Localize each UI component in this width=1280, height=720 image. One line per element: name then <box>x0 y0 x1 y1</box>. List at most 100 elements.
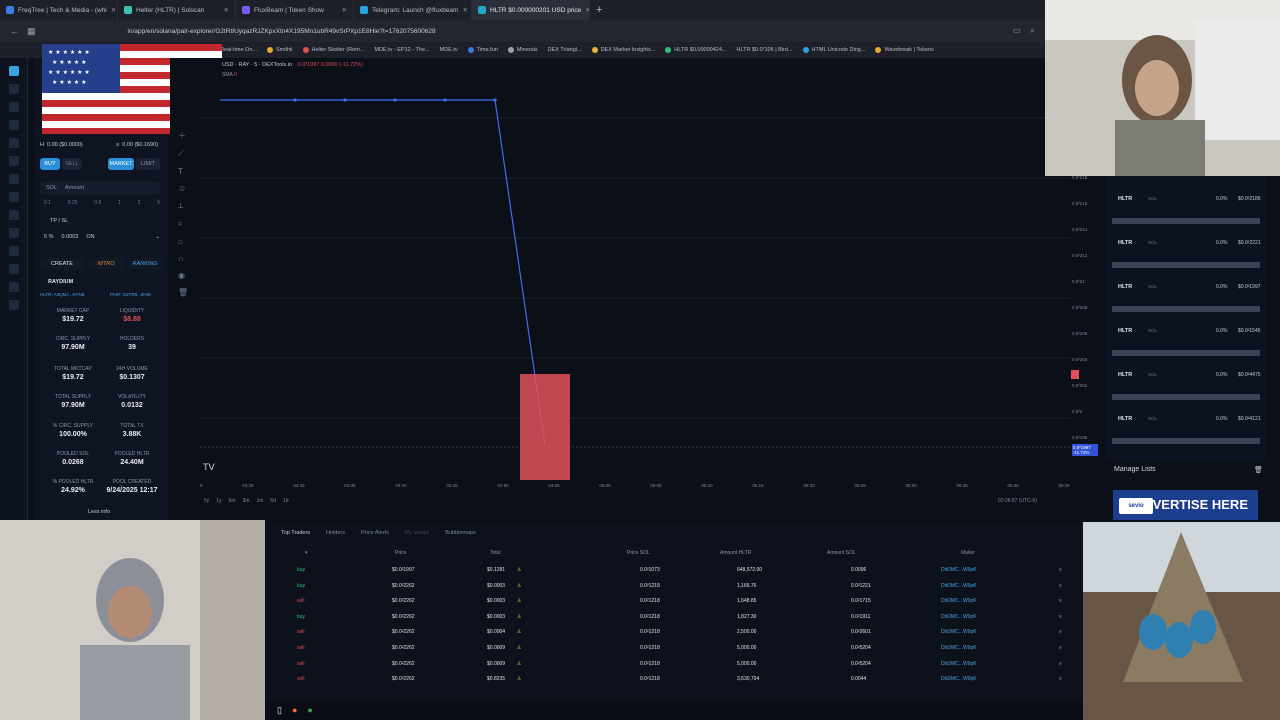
trade-maker[interactable]: DbDMC...W9pK <box>941 645 977 651</box>
watchlist-item[interactable]: HLTR SOL 0.0% $0.0²4475 <box>1112 366 1261 400</box>
preset-amount[interactable]: 2 <box>138 200 141 206</box>
trade-row[interactable]: buy $0.0²1997 $0.1281 0.0²1073 648,572.00 0.0… <box>265 564 1083 579</box>
token-address[interactable]: HLTR: A3QMJ...NYNE <box>40 292 85 297</box>
bookmark[interactable]: HLTR $0.0²106 | Bird... <box>736 47 792 53</box>
trade-maker[interactable]: DbDMC...W9pK <box>941 676 977 682</box>
timeframe-button[interactable]: 3m <box>243 498 250 504</box>
col-amount-hltr[interactable]: Amount HLTR <box>720 550 751 556</box>
bookmark[interactable]: Time.fun <box>467 47 498 53</box>
col-price[interactable]: Price <box>395 550 406 556</box>
trade-row[interactable]: sell $0.0²2262 $0.0003 0.0²1218 1,648.85 0.0²… <box>265 595 1083 610</box>
user-icon[interactable] <box>8 228 19 238</box>
grid-icon[interactable] <box>8 174 19 184</box>
eye-icon[interactable]: ◉ <box>178 271 188 280</box>
bookmark[interactable]: DEX Triangl... <box>548 47 582 53</box>
trash-icon[interactable]: 🗑 <box>1254 466 1263 474</box>
trophy-icon[interactable] <box>8 192 19 202</box>
trade-row[interactable]: sell $0.0²2262 $0.0009 0.0²1218 5,000.00 0.0²… <box>265 642 1083 657</box>
bookmark[interactable]: HLTR $0.00000424... <box>665 47 726 53</box>
preset-amount[interactable]: 0.1 <box>44 200 51 206</box>
trade-row[interactable]: buy $0.0²2262 $0.0003 0.0²1218 1,166.76 0.0²1… <box>265 580 1083 595</box>
col-amount-sol[interactable]: Amount SOL <box>827 550 856 556</box>
cast-icon[interactable]: ▭ <box>1013 26 1021 36</box>
emoji-icon[interactable]: ☺ <box>178 184 188 193</box>
amount-input[interactable]: SOL Amount <box>40 182 160 194</box>
preset-amount[interactable]: 5 <box>157 200 160 206</box>
filter-icon[interactable]: ≡ <box>1059 583 1062 589</box>
filter-icon[interactable]: ≡ <box>1059 598 1062 604</box>
trade-maker[interactable]: DbDMC...W9pK <box>941 583 977 589</box>
timeframe-button[interactable]: 1d <box>283 498 289 504</box>
pair-address[interactable]: PAIR: G2TR8...8HIE <box>110 292 151 297</box>
bookmark[interactable]: MDE.tv <box>440 47 458 53</box>
filter-icon[interactable]: ≡ <box>1059 676 1062 682</box>
tpsl-toggle[interactable]: TP / SL <box>50 218 68 224</box>
trade-maker[interactable]: DbDMC...W9pK <box>941 598 977 604</box>
message-icon[interactable] <box>8 264 19 274</box>
tab-holders[interactable]: Holders <box>326 530 345 536</box>
close-icon[interactable]: ✕ <box>111 6 116 14</box>
trade-maker[interactable]: DbDMC...W9pK <box>941 614 977 620</box>
watchlist-item[interactable]: HLTR SOL 0.0% $0.0²2221 <box>1112 234 1261 268</box>
url-input[interactable]: in/app/en/solana/pair-explorer/G2tR8Uyqa… <box>128 28 436 35</box>
filter-icon[interactable]: ≡ <box>1059 629 1062 635</box>
mev-toggle[interactable]: ON <box>86 234 94 240</box>
apps-icon[interactable]: ▦ <box>27 26 36 37</box>
rocket-icon[interactable] <box>8 138 19 148</box>
chevron-down-icon[interactable]: ⌄ <box>155 234 160 240</box>
trade-row[interactable]: sell $0.0²2262 $0.0004 0.0²1218 2,500.00 0.0²… <box>265 626 1083 641</box>
filter-icon[interactable]: ≡ <box>1059 645 1062 651</box>
buy-tab[interactable]: BUY <box>40 158 60 170</box>
preset-amount[interactable]: 0.25 <box>68 200 78 206</box>
preset-amount[interactable]: 1 <box>118 200 121 206</box>
trade-row[interactable]: sell $0.0²2262 $0.0009 0.0²1218 5,000.00 0.0²… <box>265 658 1083 673</box>
bookmark[interactable]: Helter Skelter (Rem... <box>302 47 364 53</box>
create-tag[interactable]: CREATE <box>40 258 84 270</box>
trend-line-icon[interactable]: ⟋ <box>178 149 188 159</box>
zoom-icon[interactable]: ⌕ <box>178 219 188 229</box>
bookmark[interactable]: Smithii <box>266 47 293 53</box>
col-total[interactable]: Total <box>490 550 501 556</box>
tab-bubblemaps[interactable]: Bubblemaps <box>445 530 476 536</box>
firefox-icon[interactable]: ● <box>292 705 297 715</box>
trade-row[interactable]: sell $0.0²2262 $0.8235 0.0²1218 3,630,704 0.0… <box>265 673 1083 688</box>
gift-icon[interactable] <box>8 246 19 256</box>
advert-banner[interactable]: sevio ADVERTISE HERE <box>1113 490 1258 520</box>
browser-tab-active[interactable]: HLTR $0.000000201 USD price✕ <box>472 0 590 20</box>
chart-icon[interactable] <box>8 120 19 130</box>
preset-amount[interactable]: 0.5 <box>94 200 101 206</box>
col-price-sol[interactable]: Price SOL <box>627 550 650 556</box>
new-tab-icon[interactable]: + <box>590 4 608 16</box>
wallet-icon[interactable] <box>8 156 19 166</box>
ruler-icon[interactable]: ⟂ <box>178 201 188 211</box>
close-icon[interactable]: ✕ <box>462 6 467 14</box>
tab-top-traders[interactable]: Top Traders <box>281 530 310 536</box>
manage-lists-link[interactable]: Manage Lists <box>1114 466 1156 473</box>
browser-tab[interactable]: Telegram: Launch @fluxbeam ✕ <box>354 0 472 20</box>
cart-icon[interactable] <box>8 300 19 310</box>
watchlist-item[interactable]: HLTR SOL 0.0% $0.0²1545 <box>1112 322 1261 356</box>
text-tool-icon[interactable]: T <box>178 167 188 176</box>
chrome-icon[interactable]: ● <box>307 705 312 715</box>
binoculars-icon[interactable] <box>8 102 19 112</box>
filter-icon[interactable]: ≡ <box>1059 614 1062 620</box>
magnet-icon[interactable]: ∩ <box>178 254 188 263</box>
fee-value[interactable]: 0.0003 <box>61 234 78 240</box>
bookmark[interactable]: HTML Unicode Ding... <box>802 47 865 53</box>
home-icon[interactable] <box>8 84 19 94</box>
watchlist-item[interactable]: HLTR SOL 0.0% $0.0²1997 <box>1112 278 1261 312</box>
market-tab[interactable]: MARKET <box>108 158 134 170</box>
bookmark[interactable]: Real-time On... <box>220 47 257 53</box>
timeframe-button[interactable]: 5d <box>270 498 276 504</box>
lock-icon[interactable]: ⌂ <box>178 237 188 246</box>
watchlist-item[interactable]: HLTR SOL 0.0% $0.0²4121 <box>1112 410 1261 444</box>
filter-icon[interactable]: ≡ <box>1059 567 1062 573</box>
globe-icon[interactable] <box>8 282 19 292</box>
timeframe-button[interactable]: 5y <box>204 498 209 504</box>
filter-icon[interactable]: ≡ <box>1059 661 1062 667</box>
nitro-tag[interactable]: NITRO <box>88 258 124 270</box>
timeframe-button[interactable]: 6m <box>229 498 236 504</box>
close-icon[interactable]: ✕ <box>342 6 347 14</box>
browser-tab[interactable]: FreqTree | Tech & Media - (whi ✕ <box>0 0 118 20</box>
logo-icon[interactable] <box>8 66 19 76</box>
